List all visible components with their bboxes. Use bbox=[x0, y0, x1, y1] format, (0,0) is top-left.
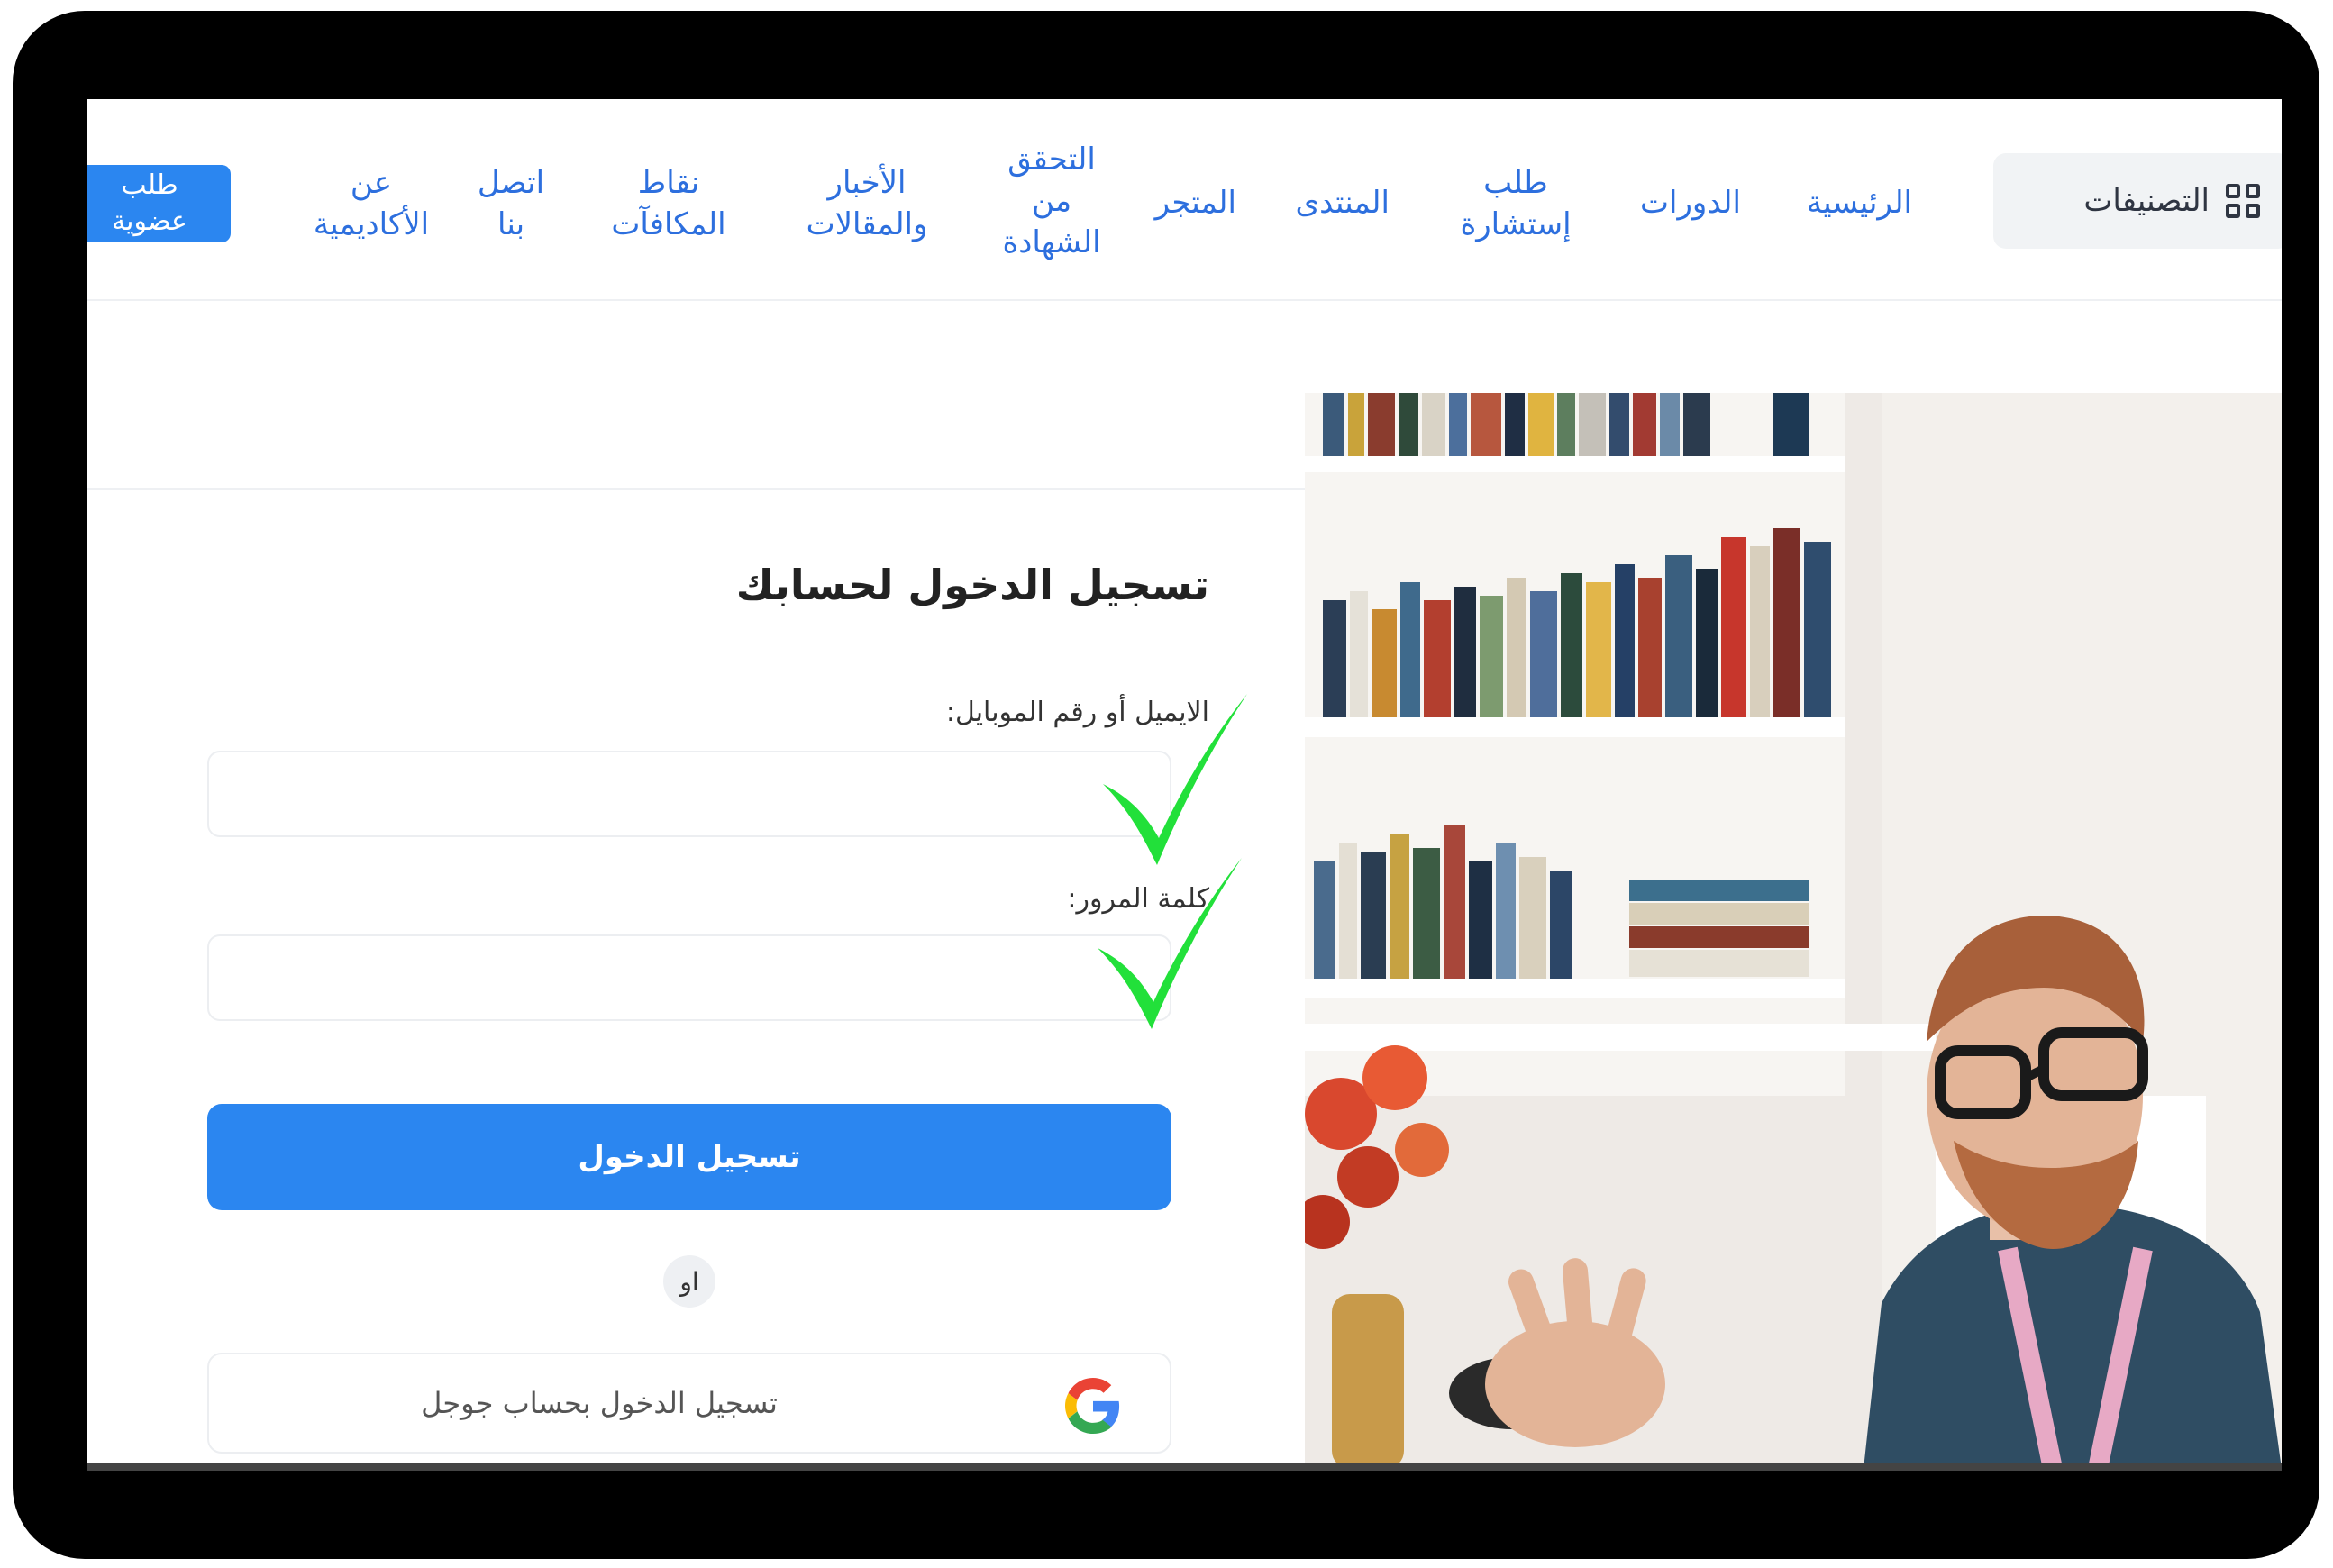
browser-viewport: التصنيفات الرئيسية الدورات طلب إستشارة ا… bbox=[87, 99, 2282, 1469]
nav-item-certificate-check[interactable]: التحقق من الشهادة bbox=[984, 139, 1119, 263]
google-login-label: تسجيل الدخول بحساب جوجل bbox=[421, 1386, 778, 1420]
google-login-button[interactable]: تسجيل الدخول بحساب جوجل bbox=[207, 1353, 1171, 1454]
categories-button[interactable]: التصنيفات bbox=[1993, 153, 2282, 249]
nav-item-about[interactable]: عن الأكاديمية bbox=[299, 162, 443, 245]
nav-item-rewards[interactable]: نقاط المكافآت bbox=[588, 162, 750, 245]
check-mark-icon bbox=[1103, 694, 1247, 865]
check-mark-icon bbox=[1098, 858, 1242, 1029]
login-title: تسجيل الدخول لحسابك bbox=[735, 561, 1209, 609]
password-field[interactable] bbox=[207, 934, 1171, 1021]
nav-item-news[interactable]: الأخبار والمقالات bbox=[786, 162, 948, 245]
grid-icon bbox=[2226, 184, 2260, 218]
hero-photo bbox=[1305, 393, 2282, 1469]
login-button[interactable]: تسجيل الدخول bbox=[207, 1104, 1171, 1210]
nav-item-consultation[interactable]: طلب إستشارة bbox=[1444, 162, 1588, 245]
top-navigation: التصنيفات الرئيسية الدورات طلب إستشارة ا… bbox=[87, 99, 2282, 301]
membership-request-button[interactable]: طلب عضوية bbox=[87, 165, 231, 242]
email-field[interactable] bbox=[207, 751, 1171, 837]
nav-item-home[interactable]: الرئيسية bbox=[1807, 182, 1912, 223]
categories-label: التصنيفات bbox=[2083, 183, 2210, 219]
nav-item-store[interactable]: المتجر bbox=[1155, 182, 1236, 223]
teacher-bookshelf-image bbox=[1305, 393, 2282, 1469]
nav-item-forum[interactable]: المنتدى bbox=[1296, 182, 1390, 223]
nav-item-courses[interactable]: الدورات bbox=[1640, 182, 1741, 223]
screen-bottom-edge bbox=[87, 1463, 2282, 1471]
google-icon bbox=[1065, 1378, 1120, 1434]
or-separator: او bbox=[663, 1255, 715, 1308]
nav-item-contact[interactable]: اتصل بنا bbox=[461, 162, 560, 245]
